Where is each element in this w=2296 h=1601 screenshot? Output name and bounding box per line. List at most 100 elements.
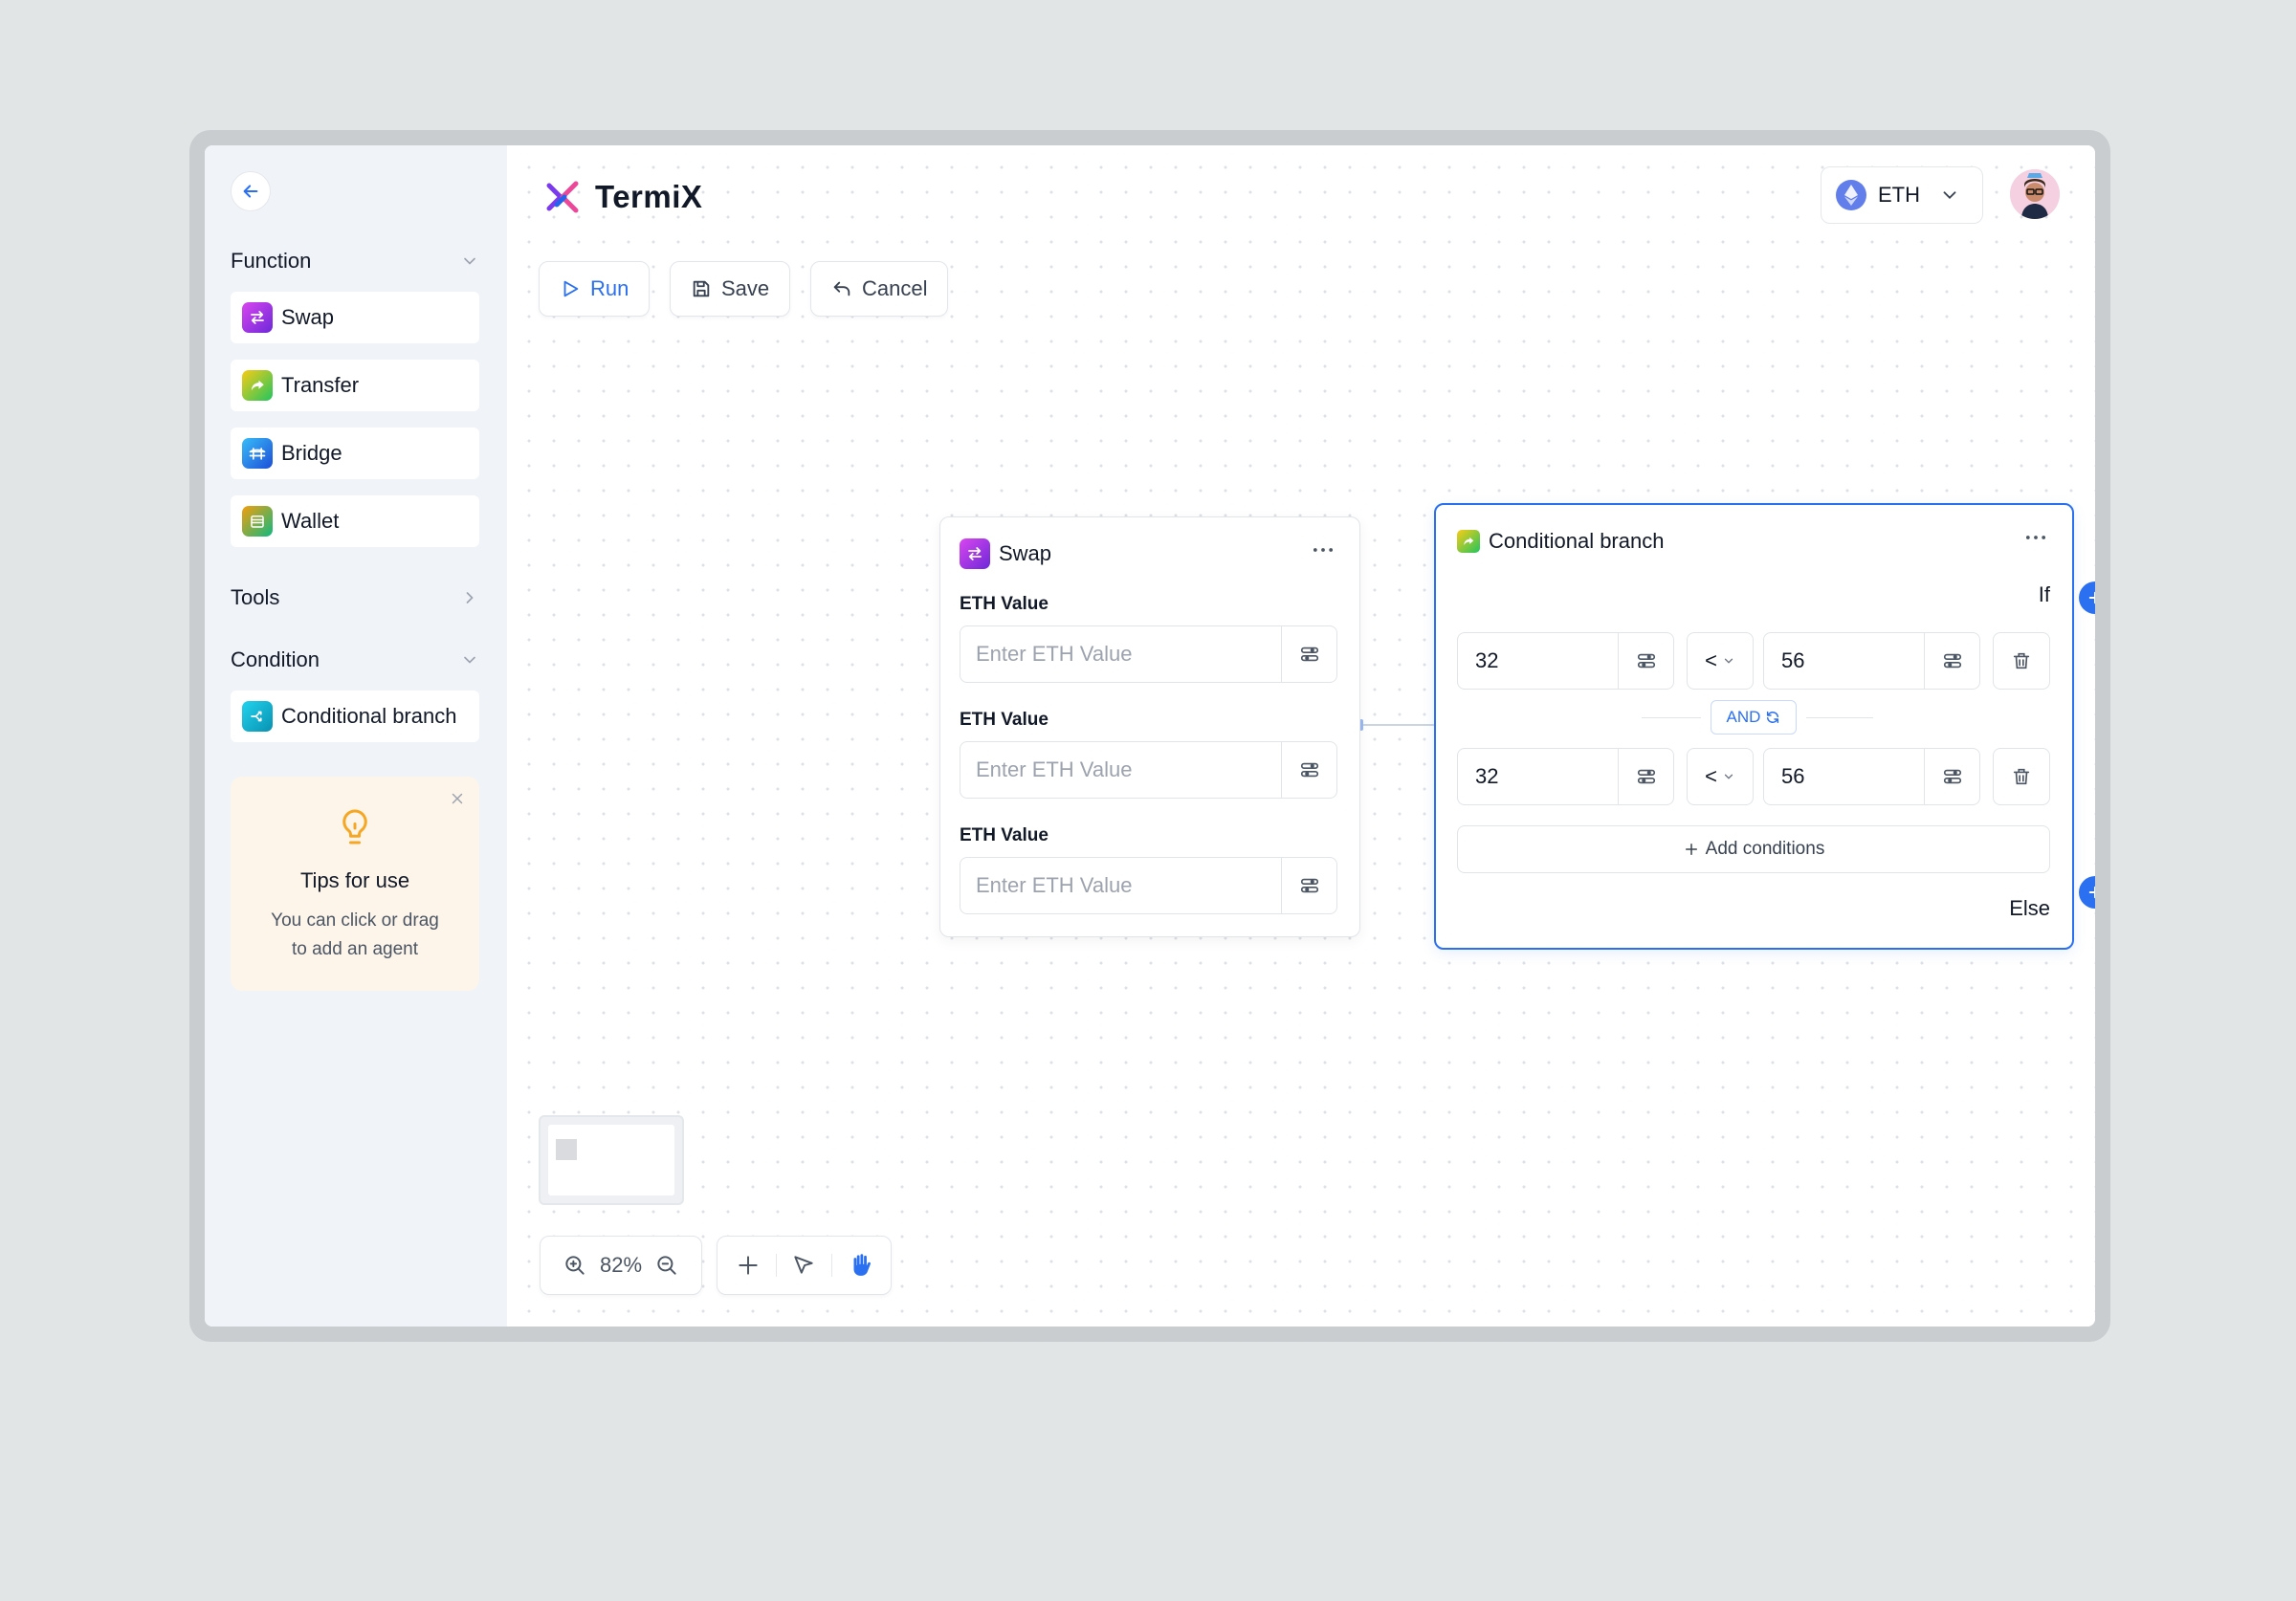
trash-icon: [2013, 652, 2030, 669]
add-conditions-button[interactable]: Add conditions: [1457, 825, 2050, 873]
section-tools[interactable]: Tools: [231, 581, 479, 615]
section-tools-title: Tools: [231, 585, 280, 609]
eth-value-input[interactable]: [960, 858, 1281, 913]
chevron-down-icon: [1943, 191, 1956, 200]
variable-button[interactable]: [1924, 749, 1979, 804]
wallet-icon: [242, 506, 273, 537]
divider: [1806, 717, 1873, 718]
zoom-in-button[interactable]: [556, 1246, 594, 1284]
sliders-icon: [1637, 769, 1655, 784]
node-title: Swap: [960, 538, 1051, 569]
delete-condition-button[interactable]: [1993, 748, 2050, 805]
more-options-icon[interactable]: [2022, 524, 2049, 556]
variable-button[interactable]: [1924, 633, 1979, 689]
delete-condition-button[interactable]: [1993, 632, 2050, 690]
chevron-down-icon: [464, 257, 475, 265]
operator-value: <: [1705, 648, 1717, 672]
sidebar-item-conditional-branch[interactable]: Conditional branch: [231, 691, 479, 742]
node-title: Conditional branch: [1457, 529, 1664, 554]
right-operand-field: [1763, 632, 1980, 690]
field-label: ETH Value: [960, 594, 1049, 614]
swap-node[interactable]: Swap ETH Value ETH Value ETH Value: [939, 516, 1360, 937]
section-function-title: Function: [231, 249, 312, 273]
conditional-branch-node[interactable]: Conditional branch If <: [1434, 503, 2074, 950]
section-condition[interactable]: Condition: [231, 643, 479, 677]
refresh-icon: [1767, 711, 1779, 724]
variable-button[interactable]: [1281, 626, 1336, 682]
save-icon: [693, 280, 710, 297]
sidebar-item-transfer[interactable]: Transfer: [231, 360, 479, 411]
transfer-icon: [1457, 530, 1480, 553]
operator-value: <: [1705, 764, 1717, 788]
variable-button[interactable]: [1281, 858, 1336, 913]
add-if-branch-button[interactable]: [2079, 581, 2095, 614]
operator-select[interactable]: <: [1687, 748, 1754, 805]
workflow-canvas[interactable]: TermiX ETH Run Save Cancel Swap ETH Valu…: [507, 145, 2095, 1327]
lightbulb-icon: [338, 807, 372, 854]
variable-button[interactable]: [1618, 633, 1673, 689]
hand-icon: [853, 1254, 871, 1276]
select-tool-button[interactable]: [784, 1246, 823, 1284]
app-window: Function Swap Transfer Bridge Wallet Too…: [205, 145, 2095, 1327]
sliders-icon: [1300, 878, 1318, 893]
field-label: ETH Value: [960, 710, 1049, 730]
variable-button[interactable]: [1618, 749, 1673, 804]
plus-icon: [2088, 591, 2095, 604]
add-conditions-label: Add conditions: [1705, 839, 1825, 859]
sidebar-item-label: Transfer: [281, 373, 360, 397]
swap-icon: [960, 538, 990, 569]
back-button[interactable]: [231, 171, 271, 211]
more-options-icon[interactable]: [1310, 537, 1336, 568]
sidebar-item-swap[interactable]: Swap: [231, 292, 479, 343]
field-label: ETH Value: [960, 825, 1049, 845]
sidebar-item-label: Wallet: [281, 509, 340, 533]
tips-description: You can click or drag to add an agent: [250, 907, 460, 964]
add-node-button[interactable]: [729, 1246, 767, 1284]
minimap-viewport: [548, 1125, 674, 1195]
swap-icon: [242, 302, 273, 333]
sidebar-item-label: Bridge: [281, 441, 342, 465]
chain-selector[interactable]: ETH: [1821, 166, 1983, 224]
close-icon[interactable]: [449, 790, 466, 812]
sliders-icon: [1300, 762, 1318, 778]
play-icon: [563, 280, 579, 297]
sliders-icon: [1943, 653, 1961, 669]
left-operand-input[interactable]: [1458, 633, 1618, 689]
left-operand-input[interactable]: [1458, 749, 1618, 804]
right-operand-input[interactable]: [1764, 633, 1924, 689]
tips-card: Tips for use You can click or drag to ad…: [231, 777, 479, 991]
add-else-branch-button[interactable]: [2079, 876, 2095, 909]
minimap-node: [556, 1139, 577, 1160]
eth-value-input[interactable]: [960, 626, 1281, 682]
sliders-icon: [1300, 647, 1318, 662]
right-operand-input[interactable]: [1764, 749, 1924, 804]
cancel-button[interactable]: Cancel: [810, 261, 949, 317]
plus-icon: [739, 1256, 758, 1275]
else-label: Else: [2009, 896, 2050, 920]
sidebar: Function Swap Transfer Bridge Wallet Too…: [205, 145, 507, 1327]
eth-value-field: [960, 857, 1337, 914]
logic-toggle-button[interactable]: AND: [1711, 700, 1797, 735]
run-button[interactable]: Run: [539, 261, 651, 317]
sidebar-item-label: Conditional branch: [281, 704, 457, 728]
variable-button[interactable]: [1281, 742, 1336, 798]
run-label: Run: [590, 276, 629, 300]
zoom-controls: 82%: [540, 1236, 702, 1295]
cancel-label: Cancel: [862, 276, 928, 300]
zoom-out-button[interactable]: [648, 1246, 686, 1284]
sidebar-item-wallet[interactable]: Wallet: [231, 495, 479, 547]
minimap[interactable]: [539, 1115, 684, 1205]
section-function[interactable]: Function: [231, 244, 479, 278]
save-button[interactable]: Save: [670, 261, 791, 317]
sliders-icon: [1943, 769, 1961, 784]
sidebar-item-bridge[interactable]: Bridge: [231, 428, 479, 479]
eth-value-input[interactable]: [960, 742, 1281, 798]
pan-tool-button[interactable]: [841, 1246, 879, 1284]
chevron-right-icon: [466, 592, 474, 603]
condition-row: <: [1457, 748, 2050, 805]
operator-select[interactable]: <: [1687, 632, 1754, 690]
chain-label: ETH: [1878, 183, 1920, 207]
bridge-icon: [242, 438, 273, 469]
section-condition-title: Condition: [231, 647, 320, 671]
avatar[interactable]: [2010, 169, 2060, 219]
